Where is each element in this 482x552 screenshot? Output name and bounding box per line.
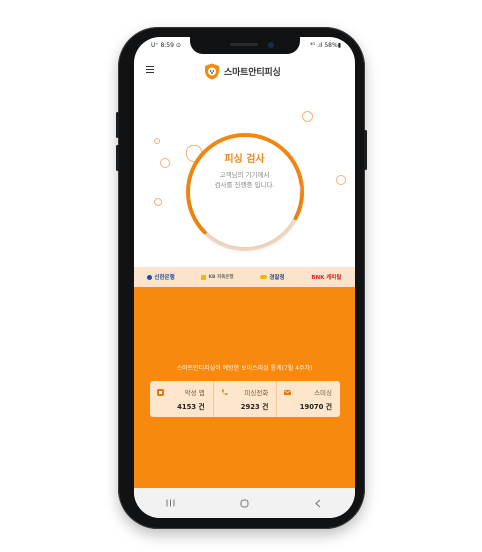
partner-shinhan: 신한은행 xyxy=(147,273,175,281)
recent-apps-button[interactable] xyxy=(159,495,183,511)
hamburger-menu-icon[interactable] xyxy=(146,66,154,73)
stat-label: 악성 앱 xyxy=(184,389,205,397)
scan-message: 고객님의 기기에서 검사를 진행중 입니다. xyxy=(134,170,355,190)
mail-icon xyxy=(284,390,292,395)
stat-value: 2923 건 xyxy=(240,403,269,411)
stats-section: 스마트안티피싱이 예방한 보이스피싱 통계(7월 4주차) 악성 앱 4153 … xyxy=(134,287,355,488)
app-logo: 스마트안티피싱 xyxy=(204,61,281,81)
status-time: U⁺ 8:59 ⊙ xyxy=(151,42,181,49)
partner-kb: KB 저축은행 xyxy=(201,274,234,280)
scan-section: 피싱 검사 고객님의 기기에서 검사를 진행중 입니다. xyxy=(134,85,355,267)
home-button[interactable] xyxy=(232,495,256,511)
back-icon xyxy=(315,499,321,507)
partner-label: 경찰청 xyxy=(269,275,285,281)
police-logo-icon xyxy=(260,275,268,279)
stat-label: 피싱전화 xyxy=(244,389,269,397)
android-nav-bar xyxy=(134,488,355,518)
stat-value: 4153 건 xyxy=(177,403,205,411)
partner-police: 경찰청 xyxy=(260,273,285,281)
scan-message-line: 고객님의 기기에서 xyxy=(219,171,270,179)
status-indicators: ⁴ᴳ .ıl 58%▮ xyxy=(309,42,341,49)
decor-bubble xyxy=(154,198,162,206)
scan-title: 피싱 검사 xyxy=(224,154,265,165)
home-icon xyxy=(240,499,249,507)
partner-label: BNK 캐피탈 xyxy=(311,275,342,281)
app-header: 스마트안티피싱 xyxy=(134,59,355,83)
kb-logo-icon xyxy=(201,274,207,280)
partner-label: KB 저축은행 xyxy=(208,275,234,280)
scan-message-line: 검사를 진행중 입니다. xyxy=(214,181,275,189)
stat-value: 19070 건 xyxy=(299,403,333,411)
partner-bnk: BNK 캐피탈 xyxy=(311,273,341,281)
stat-smishing[interactable]: 스미싱 19070 건 xyxy=(276,381,340,417)
stat-label: 스미싱 xyxy=(314,389,333,397)
power-button xyxy=(364,130,367,170)
decor-bubble xyxy=(154,138,160,144)
shinhan-logo-icon xyxy=(147,274,153,280)
phone-icon xyxy=(221,389,228,396)
phone-screen: U⁺ 8:59 ⊙ ⁴ᴳ .ıl 58%▮ 스마트안티피싱 피싱 검사 고객님의… xyxy=(134,37,355,518)
app-title: 스마트안티피싱 xyxy=(224,67,281,78)
recent-apps-icon xyxy=(166,499,175,507)
back-button[interactable] xyxy=(306,495,330,511)
decor-bubble xyxy=(302,111,313,122)
stats-caption: 스마트안티피싱이 예방한 보이스피싱 통계(7월 4주차) xyxy=(176,365,313,372)
shield-dog-icon xyxy=(205,63,219,79)
partner-logos: 신한은행 KB 저축은행 경찰청 BNK 캐피탈 xyxy=(134,267,355,287)
app-icon xyxy=(157,389,164,396)
stat-phishing-calls[interactable]: 피싱전화 2923 건 xyxy=(212,381,277,417)
partner-label: 신한은행 xyxy=(154,275,175,281)
volume-button xyxy=(116,145,119,171)
stat-malicious-apps[interactable]: 악성 앱 4153 건 xyxy=(150,381,213,417)
stats-box: 악성 앱 4153 건 피싱전화 2923 건 스미싱 19070 건 xyxy=(150,381,340,417)
volume-button xyxy=(116,112,119,138)
status-bar: U⁺ 8:59 ⊙ ⁴ᴳ .ıl 58%▮ xyxy=(134,42,355,52)
